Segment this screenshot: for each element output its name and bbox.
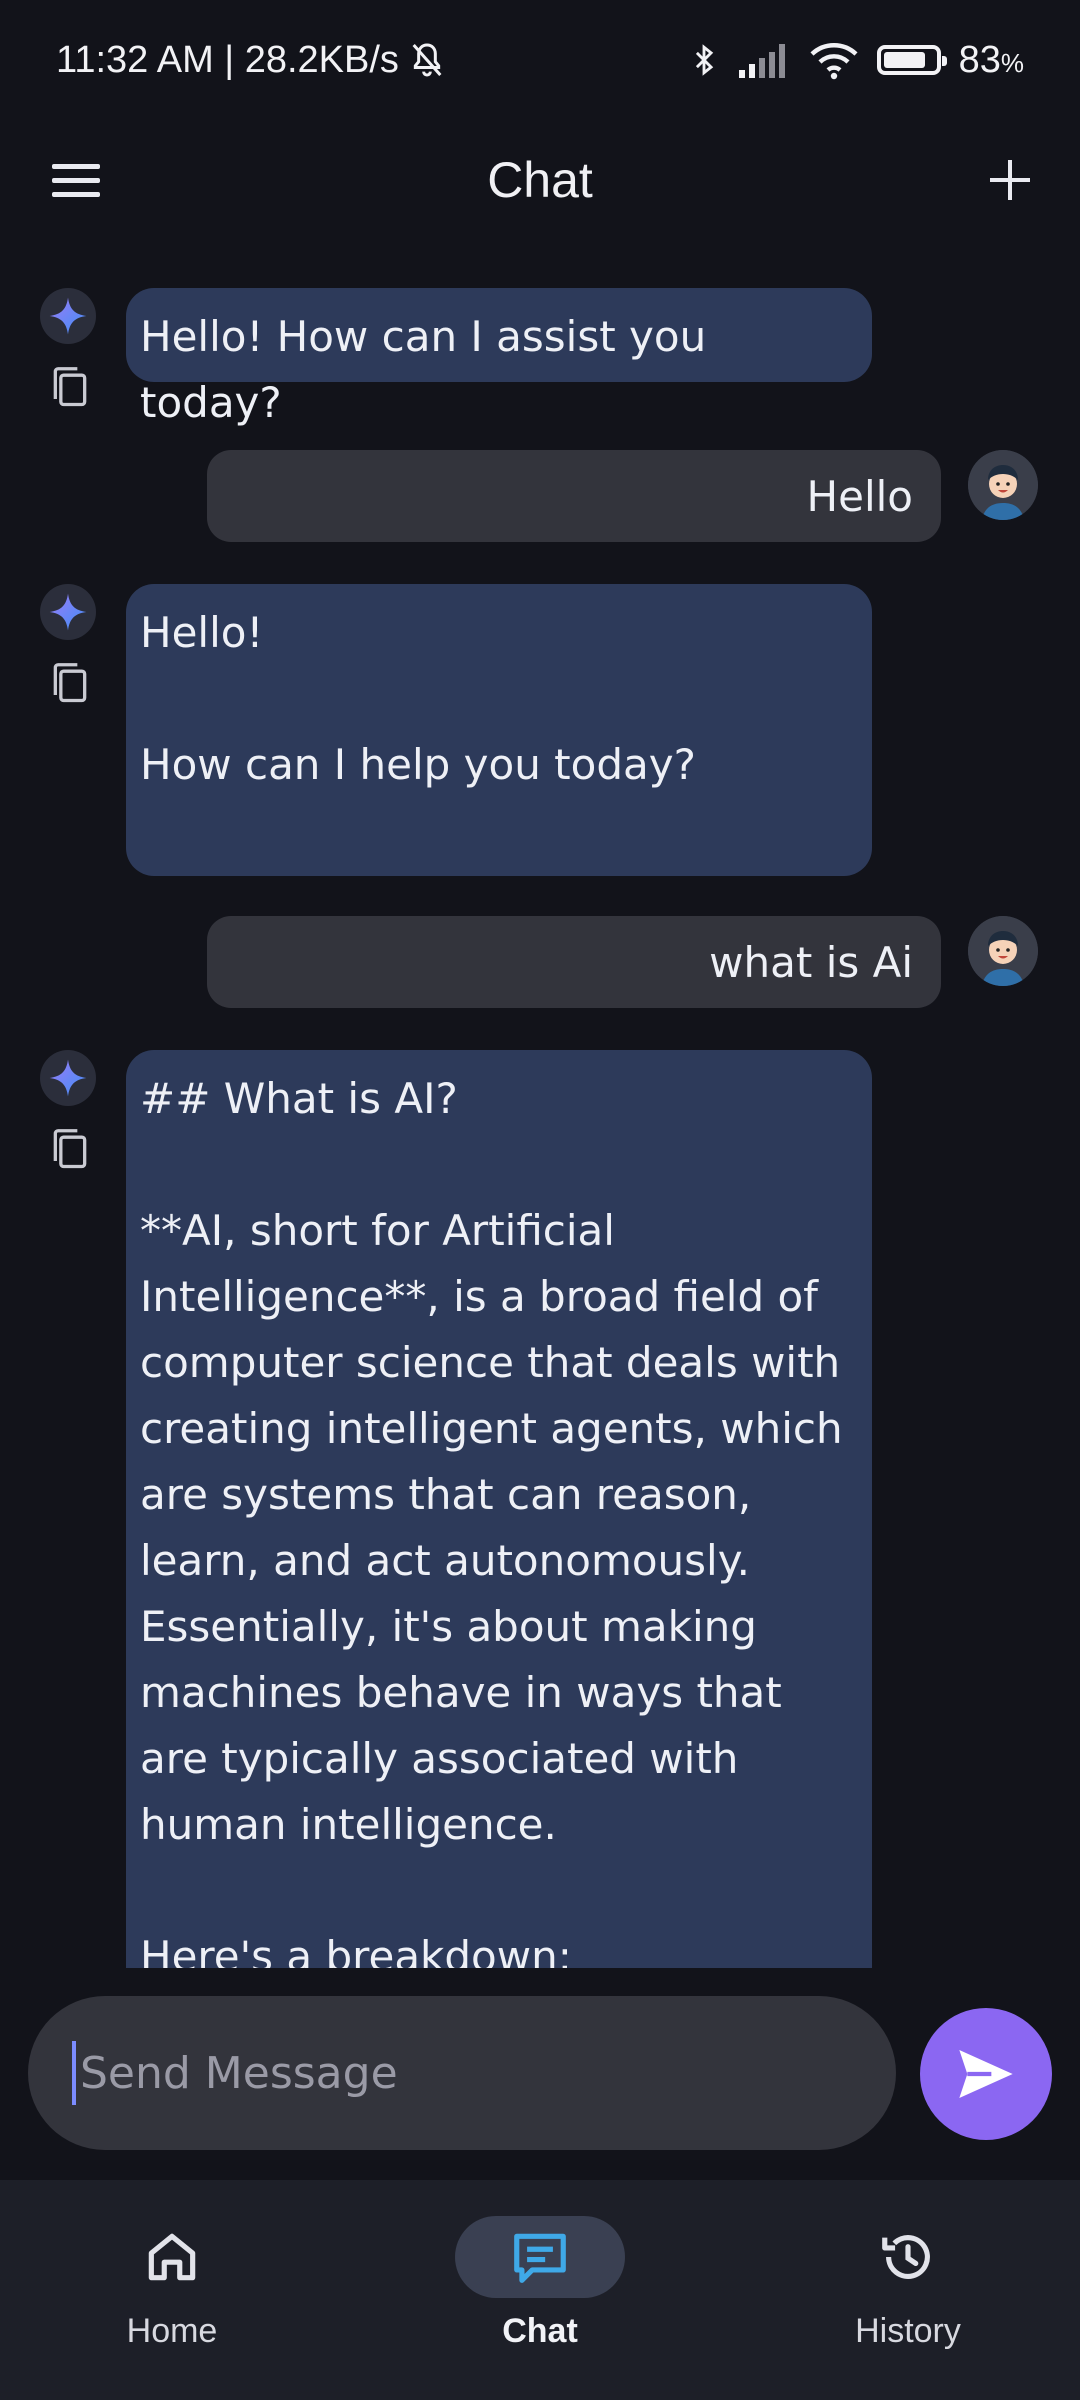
nav-home-indicator — [87, 2216, 257, 2298]
wifi-icon — [810, 43, 858, 80]
bottom-navigation: Home Chat History — [0, 2180, 1080, 2400]
copy-icon[interactable] — [48, 364, 92, 412]
chat-bubble-icon — [514, 2233, 566, 2283]
app-bar: Chat — [0, 120, 1080, 240]
battery-unit: % — [1000, 47, 1024, 78]
battery-icon — [876, 45, 947, 75]
user-message-text: Hello — [806, 471, 913, 521]
nav-history-indicator — [823, 2216, 993, 2298]
assistant-message: ## What is AI? **AI, short for Artificia… — [126, 1050, 872, 1968]
message-composer[interactable] — [28, 1996, 896, 2150]
user-message-text: what is Ai — [709, 937, 913, 987]
battery-level-fill — [883, 52, 926, 68]
chat-message-list[interactable]: Hello! How can I assist you today? Hello… — [0, 240, 1080, 1968]
user-avatar-icon — [968, 450, 1038, 520]
nav-chat-label: Chat — [502, 2312, 578, 2350]
user-avatar — [968, 916, 1038, 986]
battery-percent: 83% — [958, 38, 1024, 81]
home-icon — [148, 2233, 196, 2281]
user-message: Hello — [207, 450, 941, 542]
nav-chat[interactable]: Chat — [420, 2216, 660, 2376]
send-icon — [959, 2050, 1013, 2098]
page-title: Chat — [487, 152, 593, 208]
status-bar: 11:32 AM | 28.2KB/s 83% — [0, 0, 1080, 120]
copy-icon[interactable] — [48, 1126, 92, 1174]
copy-icon[interactable] — [48, 660, 92, 708]
assistant-avatar — [40, 584, 96, 640]
send-button[interactable] — [920, 2008, 1052, 2140]
user-avatar-icon — [968, 916, 1038, 986]
status-time-speed: 11:32 AM | 28.2KB/s — [56, 38, 399, 81]
bell-off-icon — [412, 43, 442, 77]
nav-history-label: History — [855, 2312, 961, 2350]
message-input[interactable] — [78, 2046, 862, 2100]
sparkle-icon — [49, 1059, 87, 1097]
assistant-avatar — [40, 1050, 96, 1106]
status-right: 83% — [687, 39, 1024, 82]
sparkle-icon — [49, 297, 87, 335]
user-avatar — [968, 450, 1038, 520]
assistant-avatar — [40, 288, 96, 344]
assistant-message: Hello! How can I assist you today? — [126, 288, 872, 427]
nav-home[interactable]: Home — [52, 2216, 292, 2376]
assistant-message: Hello! How can I help you today? — [126, 584, 872, 876]
nav-home-label: Home — [126, 2312, 218, 2350]
plus-icon[interactable] — [980, 150, 1040, 210]
bluetooth-icon — [695, 44, 713, 76]
status-left: 11:32 AM | 28.2KB/s — [56, 39, 447, 82]
nav-chat-indicator — [455, 2216, 625, 2298]
sparkle-icon — [49, 593, 87, 631]
history-icon — [882, 2235, 930, 2279]
hamburger-menu-icon[interactable] — [46, 156, 106, 206]
nav-history[interactable]: History — [788, 2216, 1028, 2376]
signal-icon — [738, 44, 785, 78]
text-caret — [72, 2041, 76, 2105]
user-message: what is Ai — [207, 916, 941, 1008]
